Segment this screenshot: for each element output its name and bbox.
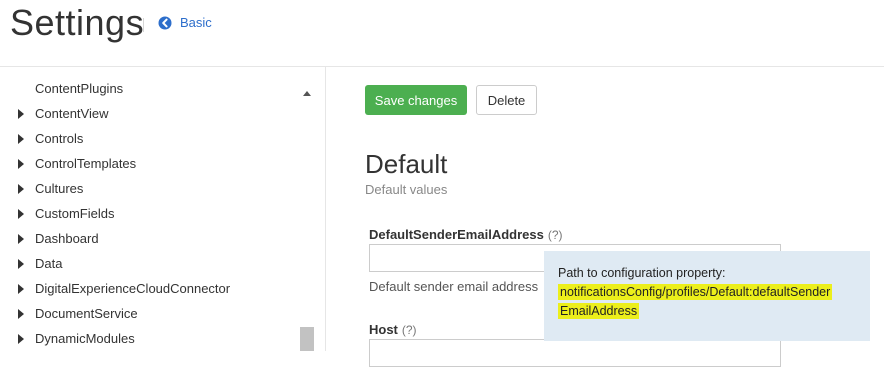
tree-item-label: ControlTemplates <box>35 156 137 171</box>
section-title: Default <box>365 149 448 179</box>
tree-item-controltemplates[interactable]: ControlTemplates <box>0 151 300 176</box>
caret-right-icon[interactable] <box>18 333 24 344</box>
tree-item-dashboard[interactable]: Dashboard <box>0 226 300 251</box>
tree-item-label: DocumentService <box>35 306 138 321</box>
caret-right-icon[interactable] <box>18 158 24 169</box>
field-description: Default sender email address <box>369 279 539 294</box>
tree-item-data[interactable]: Data <box>0 251 300 276</box>
field-label-host: Host (?) <box>369 322 417 337</box>
page-title: Settings <box>10 2 145 43</box>
sidebar-scrollbar[interactable] <box>300 67 314 351</box>
help-link[interactable]: (?) <box>548 228 563 242</box>
scrollbar-thumb[interactable] <box>300 327 314 351</box>
help-link[interactable]: (?) <box>402 323 417 337</box>
caret-right-icon[interactable] <box>18 133 24 144</box>
tree-item-digitalexperiencecloudconnector[interactable]: DigitalExperienceCloudConnector <box>0 276 300 301</box>
tree-item-label: Dashboard <box>35 231 99 246</box>
scroll-up-arrow-icon[interactable] <box>303 91 311 96</box>
back-to-basic-link[interactable]: Basic <box>158 15 212 30</box>
field-label-default-sender-email: DefaultSenderEmailAddress (?) <box>369 227 563 242</box>
caret-right-icon[interactable] <box>18 258 24 269</box>
tree-item-label: Cultures <box>35 181 84 196</box>
save-changes-button[interactable]: Save changes <box>365 85 467 115</box>
tree-item-label: Data <box>35 256 63 271</box>
tree-item-cultures[interactable]: Cultures <box>0 176 300 201</box>
caret-right-icon[interactable] <box>18 308 24 319</box>
field-label-text: DefaultSenderEmailAddress <box>369 227 544 242</box>
header-divider <box>143 18 144 32</box>
tree-item-controls[interactable]: Controls <box>0 126 300 151</box>
caret-right-icon[interactable] <box>18 208 24 219</box>
tree-item-customfields[interactable]: CustomFields <box>0 201 300 226</box>
tree-item-documentservice[interactable]: DocumentService <box>0 301 300 326</box>
caret-right-icon[interactable] <box>18 233 24 244</box>
caret-right-icon[interactable] <box>18 283 24 294</box>
section-subtitle: Default values <box>365 182 448 197</box>
tooltip-path-line1: notificationsConfig/profiles/Default:def… <box>558 284 833 300</box>
tooltip-heading: Path to configuration property: <box>558 266 726 280</box>
header-bar: Settings Basic <box>0 0 884 67</box>
tree-item-contentplugins[interactable]: ContentPlugins <box>0 76 300 101</box>
tree-item-label: DynamicModules <box>35 331 135 346</box>
tree-item-contentview[interactable]: ContentView <box>0 101 300 126</box>
tree-item-label: Controls <box>35 131 84 146</box>
field-label-text: Host <box>369 322 398 337</box>
tree-item-label: CustomFields <box>35 206 115 221</box>
back-link-label: Basic <box>180 15 212 30</box>
tree-item-label: ContentPlugins <box>35 81 124 96</box>
host-input[interactable] <box>369 339 781 367</box>
tree-item-label: DigitalExperienceCloudConnector <box>35 281 231 296</box>
tree-item-label: ContentView <box>35 106 109 121</box>
delete-button[interactable]: Delete <box>476 85 537 115</box>
arrow-left-circle-icon <box>158 16 172 29</box>
config-path-tooltip: Path to configuration property: notifica… <box>544 251 870 341</box>
settings-sidebar: ContentPlugins ContentView Controls Cont… <box>0 67 326 351</box>
caret-right-icon[interactable] <box>18 108 24 119</box>
tooltip-path-line2: EmailAddress <box>558 303 640 319</box>
caret-right-icon[interactable] <box>18 183 24 194</box>
tree-item-dynamicmodules[interactable]: DynamicModules <box>0 326 300 351</box>
